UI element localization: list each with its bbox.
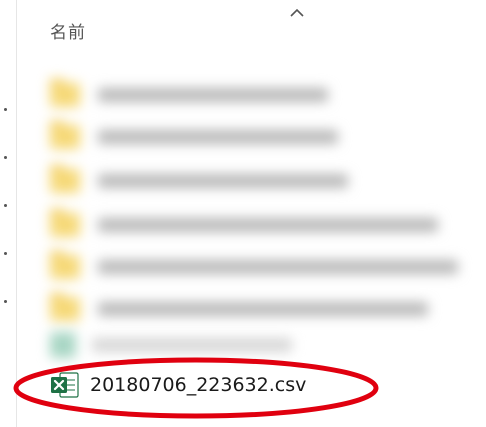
folder-icon	[50, 251, 80, 279]
folder-icon	[50, 209, 80, 237]
folder-name-blurred	[98, 260, 458, 274]
folder-icon	[50, 165, 80, 193]
file-name-blurred	[92, 338, 292, 352]
folder-icon	[50, 121, 80, 149]
name-column-header[interactable]: 名前	[50, 18, 86, 43]
tree-dot	[4, 156, 7, 159]
file-name: 20180706_223632.csv	[90, 374, 307, 396]
folder-icon	[50, 79, 80, 107]
tree-dot	[4, 108, 7, 111]
list-item[interactable]	[50, 165, 348, 196]
list-item-csv-file[interactable]: 20180706_223632.csv	[50, 370, 306, 400]
folder-name-blurred	[98, 88, 328, 102]
tree-dot	[4, 204, 7, 207]
excel-csv-icon	[51, 372, 79, 398]
tree-dot	[4, 252, 7, 255]
folder-name-blurred	[98, 130, 338, 144]
list-item[interactable]	[50, 251, 458, 282]
list-item[interactable]	[50, 209, 438, 240]
folder-icon	[50, 293, 80, 321]
folder-name-blurred	[98, 174, 348, 188]
tree-dot	[4, 300, 7, 303]
file-icon	[50, 332, 76, 358]
pane-left-border	[16, 0, 17, 427]
folder-name-blurred	[98, 218, 438, 232]
list-item[interactable]	[50, 293, 428, 324]
list-item[interactable]	[50, 121, 338, 152]
list-item[interactable]	[50, 79, 328, 110]
sort-ascending-icon[interactable]	[288, 8, 306, 18]
folder-name-blurred	[98, 302, 428, 316]
list-item[interactable]	[50, 330, 292, 360]
